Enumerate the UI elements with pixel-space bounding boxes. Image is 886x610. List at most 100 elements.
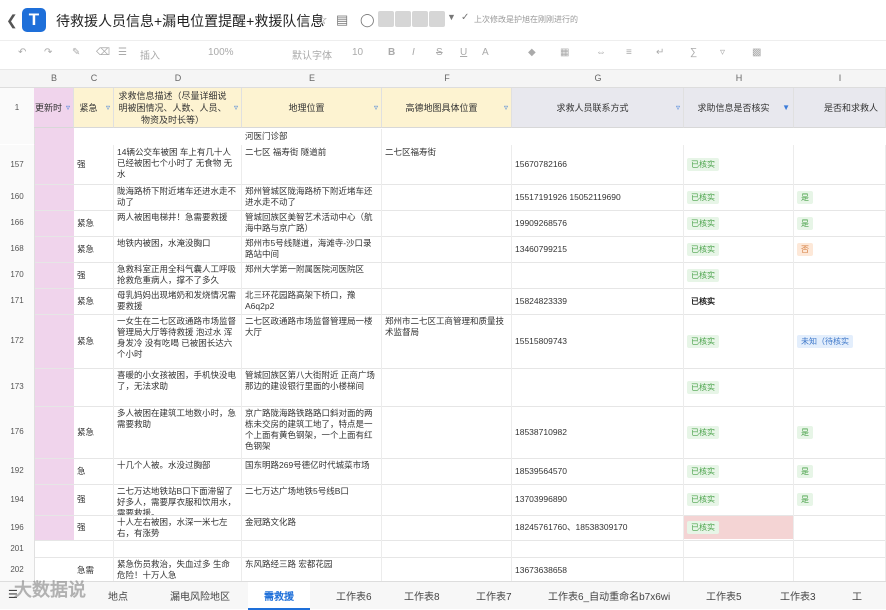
row-number[interactable]: 172 bbox=[0, 314, 35, 368]
table-cell-f[interactable] bbox=[382, 458, 512, 484]
avatar[interactable] bbox=[412, 11, 428, 27]
row-number[interactable]: 173 bbox=[0, 368, 35, 406]
table-cell-h[interactable]: 已核实 bbox=[684, 406, 794, 458]
table-cell-c[interactable]: 紧急 bbox=[74, 288, 114, 314]
sheet-tab[interactable]: 工作表6 bbox=[336, 588, 372, 603]
collaborators-icon[interactable]: ◯ bbox=[360, 12, 375, 28]
table-cell-i[interactable]: 是 bbox=[794, 210, 886, 236]
table-cell-h[interactable]: 已核实 bbox=[684, 288, 794, 314]
table-cell-g[interactable]: 15824823339 bbox=[512, 288, 684, 314]
table-cell-e[interactable] bbox=[242, 540, 382, 557]
table-cell-g[interactable]: 15517191926 15052119690 bbox=[512, 184, 684, 210]
table-cell-h[interactable]: 已核实 bbox=[684, 145, 794, 184]
table-cell-d[interactable]: 14辆公交车被困 车上有几十人 已经被困七个小时了 无食物 无水 bbox=[114, 145, 242, 184]
filter-icon[interactable]: ▿ bbox=[374, 102, 378, 114]
row-number[interactable]: 1 bbox=[0, 88, 35, 128]
table-cell-d[interactable]: 十几个人被。水没过胸部 bbox=[114, 458, 242, 484]
table-cell-c[interactable] bbox=[74, 540, 114, 557]
filter-icon[interactable]: ▿ bbox=[106, 102, 110, 114]
table-cell-g[interactable] bbox=[512, 368, 684, 406]
table-cell-e[interactable]: 二七万达广场地铁5号线B口 bbox=[242, 484, 382, 515]
column-header-h[interactable]: H bbox=[684, 70, 795, 88]
table-cell-h[interactable]: 已核实 bbox=[684, 515, 794, 540]
table-cell-c[interactable]: 紧急 bbox=[74, 406, 114, 458]
align-icon[interactable]: ≡ bbox=[626, 47, 632, 58]
merge-icon[interactable]: ⇔ bbox=[596, 47, 606, 58]
field-header-contacted[interactable]: 是否和求救人 bbox=[794, 88, 886, 128]
column-header-i[interactable]: I bbox=[794, 70, 886, 88]
table-cell-h[interactable]: 已核实 bbox=[684, 368, 794, 406]
field-header-description[interactable]: 求救信息描述（尽量详细说明被困情况、人数、人员、物资及时长等） ▿ bbox=[114, 88, 242, 128]
font-family-select[interactable]: 默认字体 bbox=[292, 47, 332, 62]
cell-location[interactable]: 河医门诊部 bbox=[242, 129, 382, 145]
table-cell-g[interactable]: 13460799215 bbox=[512, 236, 684, 262]
field-header-contact[interactable]: 求救人员联系方式 ▿ bbox=[512, 88, 684, 128]
row-number[interactable]: 160 bbox=[0, 184, 35, 210]
table-cell-g[interactable] bbox=[512, 262, 684, 288]
filter-icon[interactable]: ▿ bbox=[720, 47, 725, 58]
table-cell-d[interactable]: 喜暖的小女孩被困，手机快没电了，无法求助 bbox=[114, 368, 242, 406]
table-cell-f[interactable] bbox=[382, 184, 512, 210]
table-cell-i[interactable]: 未知（待核实 bbox=[794, 314, 886, 368]
field-header-amap-location[interactable]: 高德地图具体位置 ▿ bbox=[382, 88, 512, 128]
document-title[interactable]: 待救援人员信息+漏电位置提醒+救援队信息 bbox=[56, 11, 324, 31]
row-number[interactable]: 171 bbox=[0, 288, 35, 314]
column-header-g[interactable]: G bbox=[512, 70, 685, 88]
table-cell-g[interactable]: 18245761760、18538309170 bbox=[512, 515, 684, 540]
table-cell-i[interactable]: 是 bbox=[794, 458, 886, 484]
italic-icon[interactable]: I bbox=[412, 47, 415, 58]
select-all-corner[interactable] bbox=[0, 70, 35, 88]
table-cell-d[interactable]: 急救科室正用全科气囊人工呼吸抢救危重病人，撑不了多久 bbox=[114, 262, 242, 288]
table-cell-e[interactable]: 二七区政通路市场监督管理局一楼大厅 bbox=[242, 314, 382, 368]
redo-icon[interactable]: ↷ bbox=[44, 47, 52, 58]
sheet-tab[interactable]: 工作表5 bbox=[706, 588, 742, 603]
bold-icon[interactable]: B bbox=[388, 47, 395, 58]
table-cell-i[interactable]: 否 bbox=[794, 236, 886, 262]
table-cell-c[interactable]: 强 bbox=[74, 515, 114, 540]
table-cell-g[interactable]: 13703996890 bbox=[512, 484, 684, 515]
font-size-select[interactable]: 10 bbox=[352, 47, 363, 58]
back-icon[interactable]: ❮ bbox=[6, 12, 18, 29]
table-cell-g[interactable]: 15670782166 bbox=[512, 145, 684, 184]
sheet-tab[interactable]: 工作表6_自动重命名b7x6wi bbox=[548, 588, 670, 603]
table-cell-f[interactable] bbox=[382, 557, 512, 583]
table-cell-e[interactable]: 郑州大学第一附属医院河医院区 bbox=[242, 262, 382, 288]
function-icon[interactable]: ∑ bbox=[690, 47, 697, 58]
avatar[interactable] bbox=[429, 11, 445, 27]
row-number[interactable]: 166 bbox=[0, 210, 35, 236]
table-cell-h[interactable]: 已核实 bbox=[684, 210, 794, 236]
table-cell-c[interactable] bbox=[74, 184, 114, 210]
table-cell-d[interactable]: 地铁内被困，水淹没胸口 bbox=[114, 236, 242, 262]
table-cell-i[interactable] bbox=[794, 368, 886, 406]
insert-button[interactable]: 插入 bbox=[140, 47, 160, 62]
table-cell-i[interactable] bbox=[794, 557, 886, 583]
filter-icon[interactable]: ▿ bbox=[66, 102, 70, 114]
table-cell-c[interactable]: 紧急 bbox=[74, 314, 114, 368]
table-cell-f[interactable] bbox=[382, 540, 512, 557]
field-header-updated[interactable]: 更新时 ▿ bbox=[34, 88, 74, 128]
row-number[interactable] bbox=[0, 128, 35, 144]
table-cell-e[interactable]: 北三环花园路高架下桥口，豫A6q2p2 bbox=[242, 288, 382, 314]
sheet-tab[interactable]: 工作表8 bbox=[404, 588, 440, 603]
border-icon[interactable]: ▦ bbox=[560, 47, 569, 58]
column-header-f[interactable]: F bbox=[382, 70, 513, 88]
sheet-tab[interactable]: 漏电风险地区 bbox=[170, 588, 230, 603]
table-cell-c[interactable]: 紧急 bbox=[74, 236, 114, 262]
table-cell-g[interactable] bbox=[512, 540, 684, 557]
table-cell-c[interactable]: 急 bbox=[74, 458, 114, 484]
row-number[interactable]: 157 bbox=[0, 145, 35, 184]
field-header-verified[interactable]: 求助信息是否核实 ▼ bbox=[684, 88, 794, 128]
table-cell-e[interactable]: 管城回族区第八大街附近 正商广场那边的建设银行里面的小楼梯间 bbox=[242, 368, 382, 406]
table-cell-d[interactable]: 一女生在二七区政通路市场监督管理局大厅等待救援 泡过水 浑身发冷 没有吃喝 已被… bbox=[114, 314, 242, 368]
row-number[interactable]: 201 bbox=[0, 540, 35, 557]
table-cell-h[interactable] bbox=[684, 540, 794, 557]
table-cell-g[interactable]: 19909268576 bbox=[512, 210, 684, 236]
table-cell-g[interactable]: 18538710982 bbox=[512, 406, 684, 458]
table-cell-f[interactable] bbox=[382, 484, 512, 515]
table-cell-d[interactable]: 多人被困在建筑工地数小时，急需要救助 bbox=[114, 406, 242, 458]
table-cell-f[interactable]: 郑州市二七区工商管理和质量技术监督局 bbox=[382, 314, 512, 368]
row-number[interactable]: 176 bbox=[0, 406, 35, 458]
avatar[interactable] bbox=[395, 11, 411, 27]
table-cell-e[interactable]: 京广路陇海路铁路路口斜对面的两栋未交房的建筑工地了，特点是一个上面有黄色钢架，一… bbox=[242, 406, 382, 458]
table-cell-g[interactable]: 18539564570 bbox=[512, 458, 684, 484]
